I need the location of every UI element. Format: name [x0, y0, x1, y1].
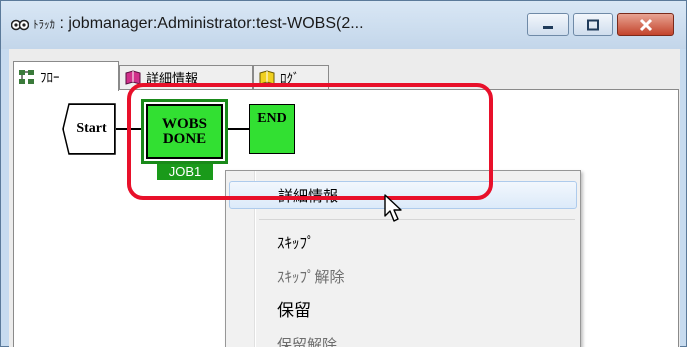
- tracker-icon: [11, 19, 29, 31]
- tab-bar: ﾌﾛｰ 詳細情報 ﾛｸﾞ: [9, 59, 680, 91]
- title-prefix: ﾄﾗｯｶ: [33, 19, 55, 31]
- minimize-icon: [528, 14, 568, 35]
- connector-line: [228, 128, 250, 130]
- start-node[interactable]: Start: [63, 104, 115, 154]
- mouse-cursor-icon: [384, 194, 402, 222]
- end-node[interactable]: END: [249, 104, 295, 154]
- tab-flow-label: ﾌﾛｰ: [40, 71, 60, 86]
- title-main: : jobmanager:Administrator:test-WOBS(2..…: [55, 15, 364, 32]
- close-icon: [618, 14, 673, 35]
- maximize-icon: [574, 14, 612, 35]
- menu-item-hold-release[interactable]: 保留解除: [229, 331, 577, 347]
- tab-details[interactable]: 詳細情報: [119, 65, 253, 89]
- menu-item-skip-release[interactable]: ｽｷｯﾌﾟ解除: [229, 263, 577, 291]
- menu-item-hold[interactable]: 保留: [229, 297, 577, 325]
- tab-log[interactable]: ﾛｸﾞ: [253, 65, 329, 89]
- end-label: END: [257, 111, 287, 126]
- menu-separator: [259, 219, 575, 220]
- job-line1: WOBS: [161, 115, 207, 132]
- job-name-label: JOB1: [157, 164, 213, 180]
- connector-line: [116, 128, 142, 130]
- flow-icon: [18, 69, 36, 85]
- menu-item-skip[interactable]: ｽｷｯﾌﾟ: [229, 229, 577, 257]
- title-bar[interactable]: ﾄﾗｯｶ : jobmanager:Administrator:test-WOB…: [1, 1, 686, 49]
- job-node[interactable]: WOBS DONE: [146, 104, 223, 159]
- tab-log-label: ﾛｸﾞ: [280, 72, 300, 87]
- close-button[interactable]: [617, 13, 674, 36]
- window-title: ﾄﾗｯｶ : jobmanager:Administrator:test-WOB…: [33, 15, 364, 33]
- job-line2: DONE: [162, 130, 207, 147]
- minimize-button[interactable]: [527, 13, 569, 36]
- start-label: Start: [76, 121, 107, 136]
- details-book-icon: [124, 69, 142, 86]
- log-book-icon: [258, 69, 276, 86]
- tab-flow[interactable]: ﾌﾛｰ: [13, 61, 119, 91]
- maximize-button[interactable]: [573, 13, 613, 36]
- tab-details-label: 詳細情報: [146, 72, 199, 87]
